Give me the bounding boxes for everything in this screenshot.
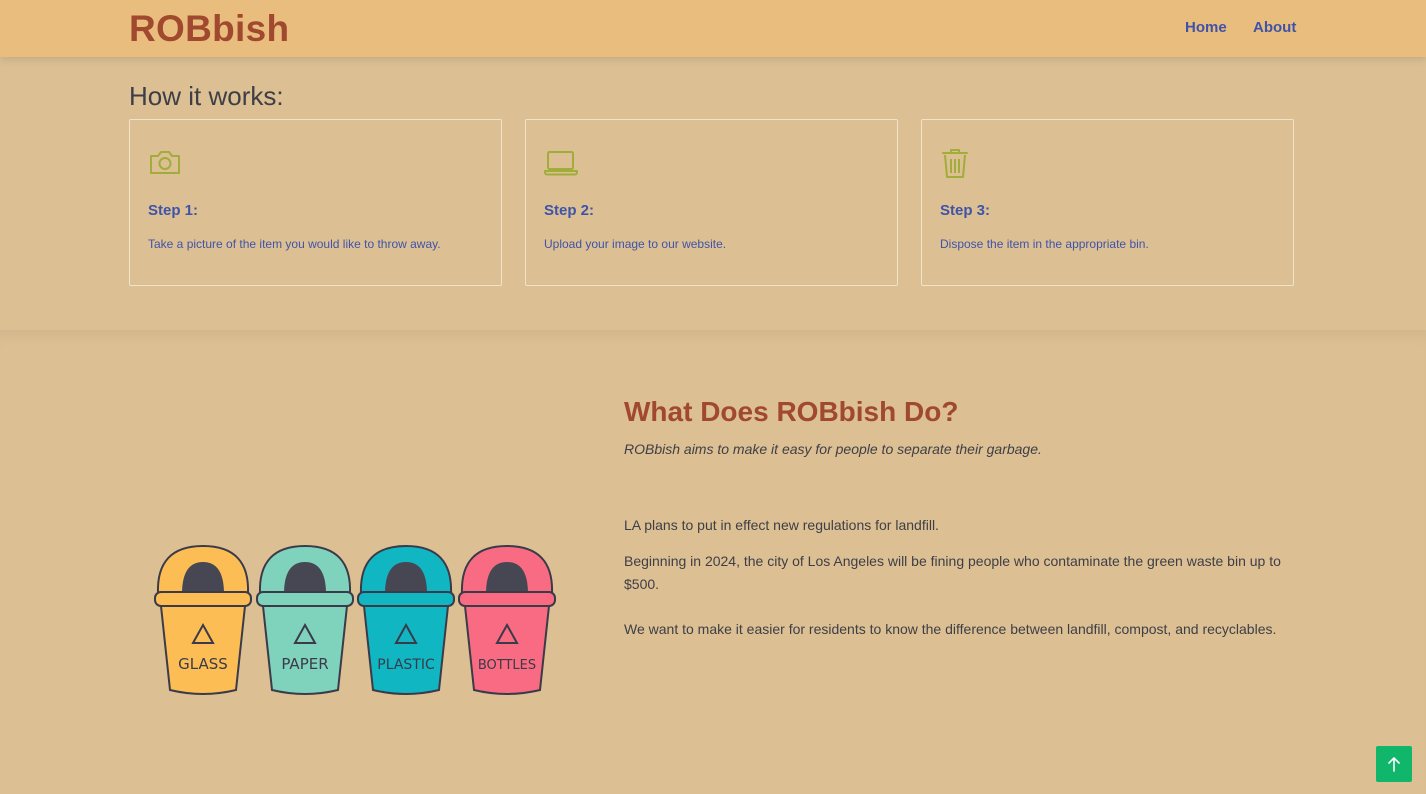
trash-icon <box>942 149 968 178</box>
step-text: Upload your image to our website. <box>544 237 727 251</box>
bin-paper: PAPER <box>256 544 354 695</box>
bin-label: BOTTLES <box>478 658 536 673</box>
bin-plastic: PLASTIC <box>357 544 455 695</box>
nav-link-home[interactable]: Home <box>1185 19 1227 36</box>
navbar: ROBbish Home About <box>0 0 1426 57</box>
arrow-up-icon <box>1388 757 1400 772</box>
about-paragraph: Beginning in 2024, the city of Los Angel… <box>624 553 1281 592</box>
back-to-top-button[interactable] <box>1376 746 1412 782</box>
laptop-icon <box>544 151 578 176</box>
about-title: What Does ROBbish Do? <box>624 396 959 427</box>
step-card-3: Step 3: Dispose the item in the appropri… <box>921 119 1294 286</box>
about-paragraph: LA plans to put in effect new regulation… <box>624 517 939 533</box>
step-card-1: Step 1: Take a picture of the item you w… <box>129 119 502 286</box>
bin-bottles: BOTTLES <box>458 544 556 695</box>
camera-icon <box>150 151 180 174</box>
step-text: Take a picture of the item you would lik… <box>148 237 441 251</box>
bin-label: PLASTIC <box>377 657 435 673</box>
about-paragraph: We want to make it easier for residents … <box>624 621 1277 637</box>
bin-label: GLASS <box>178 655 228 673</box>
how-it-works-title: How it works: <box>129 81 284 111</box>
nav-link-about[interactable]: About <box>1253 19 1296 36</box>
about-lead: ROBbish aims to make it easy for people … <box>624 441 1042 457</box>
recycling-bins-illustration: GLASS PAPER PLASTIC BOTTLES <box>154 544 556 695</box>
step-text: Dispose the item in the appropriate bin. <box>940 237 1149 251</box>
step-title: Step 3: <box>940 202 991 219</box>
bin-glass: GLASS <box>154 544 252 695</box>
brand-logo[interactable]: ROBbish <box>129 8 289 50</box>
step-title: Step 2: <box>544 202 595 219</box>
step-card-2: Step 2: Upload your image to our website… <box>525 119 898 286</box>
step-title: Step 1: <box>148 202 199 219</box>
bin-label: PAPER <box>281 655 328 673</box>
